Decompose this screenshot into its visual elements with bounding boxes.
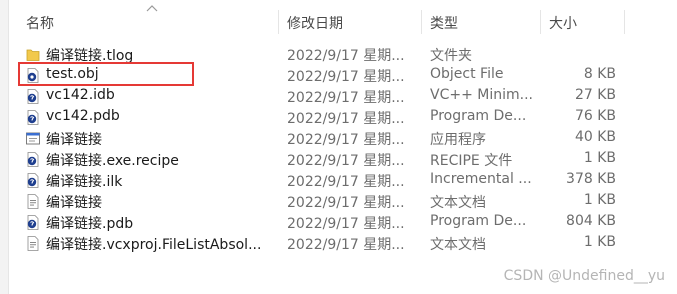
folder-icon — [26, 49, 40, 61]
text-file-icon — [27, 236, 39, 251]
watermark: CSDN @Undefined__yu — [503, 268, 665, 284]
file-date: 2022/9/17 星期... — [287, 195, 405, 211]
file-date: 2022/9/17 星期... — [287, 111, 405, 127]
file-type: 文本文档 — [430, 237, 486, 253]
file-row[interactable]: 编译链接.ilk 2022/9/17 星期... Incremental ...… — [0, 170, 677, 191]
file-size: 27 KB — [574, 87, 616, 103]
file-type: 文件夹 — [430, 48, 472, 64]
file-type: Program De... — [430, 213, 527, 229]
file-name: 编译链接.pdb — [46, 216, 134, 232]
file-type: Incremental ... — [430, 171, 532, 187]
file-type: VC++ Minim... — [430, 87, 533, 103]
file-icon — [27, 89, 39, 104]
column-header-type[interactable]: 类型 — [430, 13, 458, 33]
file-icon — [27, 110, 39, 125]
file-row[interactable]: 编译链接.pdb 2022/9/17 星期... Program De... 8… — [0, 212, 677, 233]
file-row[interactable]: vc142.idb 2022/9/17 星期... VC++ Minim... … — [0, 86, 677, 107]
file-date: 2022/9/17 星期... — [287, 69, 405, 85]
file-name: 编译链接.exe.recipe — [46, 153, 179, 169]
column-header-name[interactable]: 名称 — [26, 13, 54, 33]
file-date: 2022/9/17 星期... — [287, 48, 405, 64]
file-size: 76 KB — [574, 108, 616, 124]
file-name: 编译链接 — [46, 132, 102, 148]
sort-ascending-icon[interactable] — [146, 4, 158, 12]
file-icon — [27, 215, 39, 230]
file-type: Program De... — [430, 108, 527, 124]
file-date: 2022/9/17 星期... — [287, 237, 405, 253]
file-name: 编译链接.ilk — [46, 174, 123, 190]
file-row[interactable]: 编译链接.vcxproj.FileListAbsol... 2022/9/17 … — [0, 233, 677, 254]
file-size: 378 KB — [566, 171, 616, 187]
file-icon — [27, 173, 39, 188]
file-row[interactable]: 编译链接 2022/9/17 星期... 文本文档 1 KB — [0, 191, 677, 212]
file-date: 2022/9/17 星期... — [287, 132, 405, 148]
column-divider[interactable] — [278, 10, 279, 34]
column-header-bar: 名称 修改日期 类型 大小 — [0, 0, 677, 42]
file-name: vc142.idb — [46, 87, 115, 103]
application-icon — [26, 132, 40, 145]
column-header-date[interactable]: 修改日期 — [287, 13, 343, 33]
file-size: 804 KB — [566, 213, 616, 229]
file-type: Object File — [430, 66, 504, 82]
file-name: vc142.pdb — [46, 108, 120, 124]
file-date: 2022/9/17 星期... — [287, 174, 405, 190]
column-divider[interactable] — [540, 10, 541, 34]
text-file-icon — [27, 194, 39, 209]
file-size: 40 KB — [574, 129, 616, 145]
highlight-box — [18, 62, 194, 86]
column-divider[interactable] — [421, 10, 422, 34]
file-type: RECIPE 文件 — [430, 153, 513, 169]
file-name: 编译链接.vcxproj.FileListAbsol... — [46, 237, 262, 253]
file-size: 1 KB — [583, 234, 616, 250]
file-row[interactable]: vc142.pdb 2022/9/17 星期... Program De... … — [0, 107, 677, 128]
file-row[interactable]: 编译链接.exe.recipe 2022/9/17 星期... RECIPE 文… — [0, 149, 677, 170]
file-name: 编译链接 — [46, 195, 102, 211]
file-date: 2022/9/17 星期... — [287, 90, 405, 106]
file-type: 应用程序 — [430, 132, 486, 148]
file-type: 文本文档 — [430, 195, 486, 211]
column-header-size[interactable]: 大小 — [549, 13, 577, 33]
file-icon — [27, 152, 39, 167]
file-date: 2022/9/17 星期... — [287, 153, 405, 169]
file-size: 1 KB — [583, 150, 616, 166]
column-divider[interactable] — [624, 10, 625, 34]
file-size: 8 KB — [583, 66, 616, 82]
file-row[interactable]: 编译链接 2022/9/17 星期... 应用程序 40 KB — [0, 128, 677, 149]
file-size: 1 KB — [583, 192, 616, 208]
file-date: 2022/9/17 星期... — [287, 216, 405, 232]
